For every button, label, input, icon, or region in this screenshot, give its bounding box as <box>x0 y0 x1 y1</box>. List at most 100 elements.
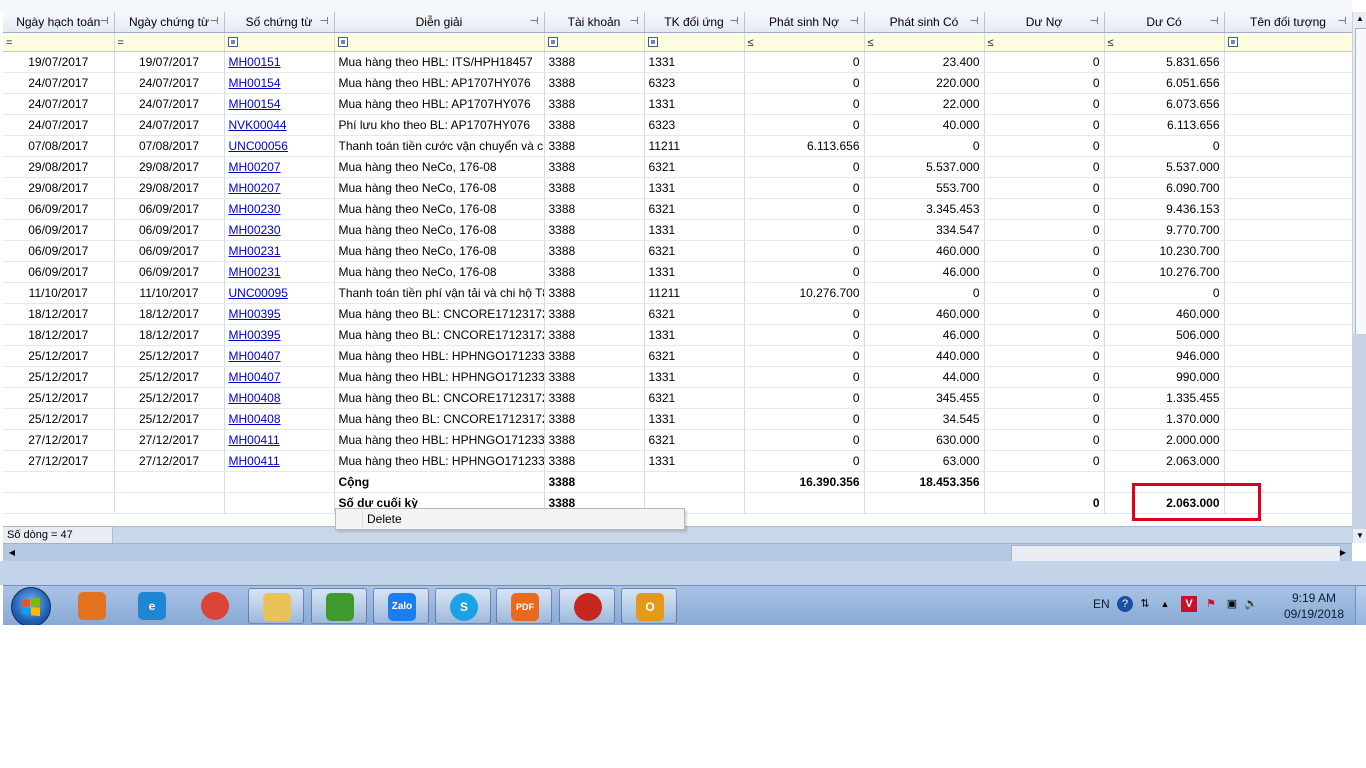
volume-icon[interactable]: 🔊 <box>1243 596 1259 612</box>
taskbar-button-internet-explorer[interactable]: e <box>124 588 180 624</box>
filter-cell-so-chung-tu[interactable] <box>224 32 335 52</box>
filter-cell-dien-giai[interactable] <box>334 32 545 52</box>
summary-row[interactable]: Cộng 3388 16.390.356 18.453.356 <box>3 471 1352 493</box>
taskbar-button-file-explorer[interactable] <box>248 588 304 624</box>
column-header-tk-doi-ung[interactable]: TK đối ứng ⊣ <box>644 12 745 33</box>
scroll-left-icon[interactable]: ◀ <box>5 546 19 560</box>
pin-icon[interactable]: ⊣ <box>320 16 329 27</box>
table-row[interactable]: 27/12/2017 27/12/2017 MH00411 Mua hàng theo… <box>3 450 1352 472</box>
column-header-ten-doi-tuong[interactable]: Tên đối tượng ⊣ <box>1224 12 1352 33</box>
filter-operator-icon[interactable] <box>337 37 348 47</box>
taskbar-button-foxit-pdf[interactable]: PDF <box>496 588 552 624</box>
filter-cell-phat-sinh-no[interactable]: ≤ <box>744 32 865 52</box>
filter-operator[interactable]: = <box>118 37 124 49</box>
table-row[interactable]: 25/12/2017 25/12/2017 MH00407 Mua hàng theo… <box>3 366 1352 388</box>
filter-cell-phat-sinh-co[interactable]: ≤ <box>864 32 985 52</box>
horizontal-scroll-thumb[interactable] <box>1011 545 1341 562</box>
table-row[interactable]: 25/12/2017 25/12/2017 MH00407 Mua hàng theo… <box>3 345 1352 367</box>
table-row[interactable]: 24/07/2017 24/07/2017 MH00154 Mua hàng theo… <box>3 72 1352 94</box>
column-header-tai-khoan[interactable]: Tài khoản ⊣ <box>544 12 645 33</box>
cell-so-chung-tu[interactable]: UNC00056 <box>224 135 335 157</box>
cell-so-chung-tu[interactable]: MH00408 <box>224 387 335 409</box>
scroll-down-icon[interactable]: ▼ <box>1353 529 1366 543</box>
pin-icon[interactable]: ⊣ <box>850 16 859 27</box>
filter-operator[interactable]: ≤ <box>1108 37 1114 49</box>
cell-so-chung-tu[interactable]: MH00231 <box>224 240 335 262</box>
table-row[interactable]: 24/07/2017 24/07/2017 NVK00044 Phí lưu kho … <box>3 114 1352 136</box>
scroll-right-icon[interactable]: ▶ <box>1336 546 1350 560</box>
vertical-scroll-track[interactable] <box>1353 334 1366 529</box>
filter-operator-icon[interactable] <box>547 37 558 47</box>
help-icon[interactable]: ? <box>1117 596 1133 612</box>
column-header-ngay-chung-tu[interactable]: Ngày chứng từ ⊣ <box>114 12 225 33</box>
filter-operator[interactable]: ≤ <box>748 37 754 49</box>
tray-expand-icon[interactable]: ▲ <box>1157 596 1173 612</box>
pin-icon[interactable]: ⊣ <box>1210 16 1219 27</box>
table-row[interactable]: 06/09/2017 06/09/2017 MH00230 Mua hàng theo… <box>3 219 1352 241</box>
table-row[interactable]: 06/09/2017 06/09/2017 MH00230 Mua hàng theo… <box>3 198 1352 220</box>
table-row[interactable]: 29/08/2017 29/08/2017 MH00207 Mua hàng theo… <box>3 177 1352 199</box>
table-row[interactable]: 18/12/2017 18/12/2017 MH00395 Mua hàng theo… <box>3 303 1352 325</box>
column-header-du-no[interactable]: Dư Nợ ⊣ <box>984 12 1105 33</box>
show-desktop-button[interactable] <box>1355 586 1366 625</box>
vertical-scrollbar[interactable]: ▲ ▼ <box>1352 12 1366 543</box>
taskbar-button-chrome[interactable] <box>187 588 243 624</box>
table-row[interactable]: 11/10/2017 11/10/2017 UNC00095 Thanh toán t… <box>3 282 1352 304</box>
cell-so-chung-tu[interactable]: MH00395 <box>224 303 335 325</box>
filter-operator-icon[interactable] <box>647 37 658 47</box>
cell-so-chung-tu[interactable]: MH00231 <box>224 261 335 283</box>
cell-so-chung-tu[interactable]: MH00230 <box>224 219 335 241</box>
filter-operator[interactable]: ≤ <box>988 37 994 49</box>
table-row[interactable]: 07/08/2017 07/08/2017 UNC00056 Thanh toán t… <box>3 135 1352 157</box>
filter-cell-tk-doi-ung[interactable] <box>644 32 745 52</box>
cell-so-chung-tu[interactable]: MH00154 <box>224 72 335 94</box>
action-center-icon[interactable]: ⚑ <box>1203 596 1219 612</box>
column-header-so-chung-tu[interactable]: Số chứng từ ⊣ <box>224 12 335 33</box>
cell-so-chung-tu[interactable]: MH00407 <box>224 345 335 367</box>
cell-so-chung-tu[interactable]: MH00411 <box>224 450 335 472</box>
scroll-up-icon[interactable]: ▲ <box>1353 12 1366 26</box>
taskbar-button-zalo[interactable]: Zalo <box>373 588 429 624</box>
cell-so-chung-tu[interactable]: MH00230 <box>224 198 335 220</box>
filter-operator-icon[interactable] <box>1227 37 1238 47</box>
taskbar-button-skype[interactable]: S <box>435 588 491 624</box>
cell-so-chung-tu[interactable]: MH00154 <box>224 93 335 115</box>
pin-icon[interactable]: ⊣ <box>100 16 109 27</box>
cell-so-chung-tu[interactable]: MH00395 <box>224 324 335 346</box>
column-header-du-co[interactable]: Dư Có ⊣ <box>1104 12 1225 33</box>
filter-cell-du-co[interactable]: ≤ <box>1104 32 1225 52</box>
table-row[interactable]: 06/09/2017 06/09/2017 MH00231 Mua hàng theo… <box>3 261 1352 283</box>
column-header-phat-sinh-no[interactable]: Phát sinh Nợ ⊣ <box>744 12 865 33</box>
filter-cell-ngay-chung-tu[interactable]: = <box>114 32 225 52</box>
filter-operator-icon[interactable] <box>227 37 238 47</box>
filter-cell-du-no[interactable]: ≤ <box>984 32 1105 52</box>
table-row[interactable]: 27/12/2017 27/12/2017 MH00411 Mua hàng theo… <box>3 429 1352 451</box>
cell-so-chung-tu[interactable]: MH00407 <box>224 366 335 388</box>
filter-cell-ten-doi-tuong[interactable] <box>1224 32 1352 52</box>
taskbar-button-coccoc[interactable] <box>311 588 367 624</box>
cell-so-chung-tu[interactable]: MH00207 <box>224 156 335 178</box>
table-row[interactable]: 29/08/2017 29/08/2017 MH00207 Mua hàng theo… <box>3 156 1352 178</box>
pin-icon[interactable]: ⊣ <box>1090 16 1099 27</box>
pin-icon[interactable]: ⊣ <box>530 16 539 27</box>
pin-icon[interactable]: ⊣ <box>210 16 219 27</box>
filter-cell-ngay-hach-toan[interactable]: = <box>3 32 115 52</box>
table-row[interactable]: 19/07/2017 19/07/2017 MH00151 Mua hàng theo… <box>3 51 1352 73</box>
cell-so-chung-tu[interactable]: MH00411 <box>224 429 335 451</box>
vertical-scroll-thumb[interactable] <box>1355 28 1366 335</box>
network-status-icon[interactable]: ⇅ <box>1137 596 1153 612</box>
table-row[interactable]: 25/12/2017 25/12/2017 MH00408 Mua hàng theo… <box>3 387 1352 409</box>
table-row[interactable]: 25/12/2017 25/12/2017 MH00408 Mua hàng theo… <box>3 408 1352 430</box>
taskbar-button-accounting-app[interactable] <box>559 588 615 624</box>
column-header-ngay-hach-toan[interactable]: Ngày hạch toán ⊣ <box>3 12 115 33</box>
cell-so-chung-tu[interactable]: NVK00044 <box>224 114 335 136</box>
language-indicator[interactable]: EN <box>1093 597 1110 611</box>
column-header-dien-giai[interactable]: Diễn giải ⊣ <box>334 12 545 33</box>
taskbar-button-media-player[interactable] <box>64 588 120 624</box>
filter-operator[interactable]: ≤ <box>868 37 874 49</box>
table-row[interactable]: 24/07/2017 24/07/2017 MH00154 Mua hàng theo… <box>3 93 1352 115</box>
context-menu-delete[interactable]: Delete <box>336 509 684 529</box>
cell-so-chung-tu[interactable]: MH00151 <box>224 51 335 73</box>
start-button[interactable] <box>11 587 51 625</box>
table-row[interactable]: 18/12/2017 18/12/2017 MH00395 Mua hàng theo… <box>3 324 1352 346</box>
